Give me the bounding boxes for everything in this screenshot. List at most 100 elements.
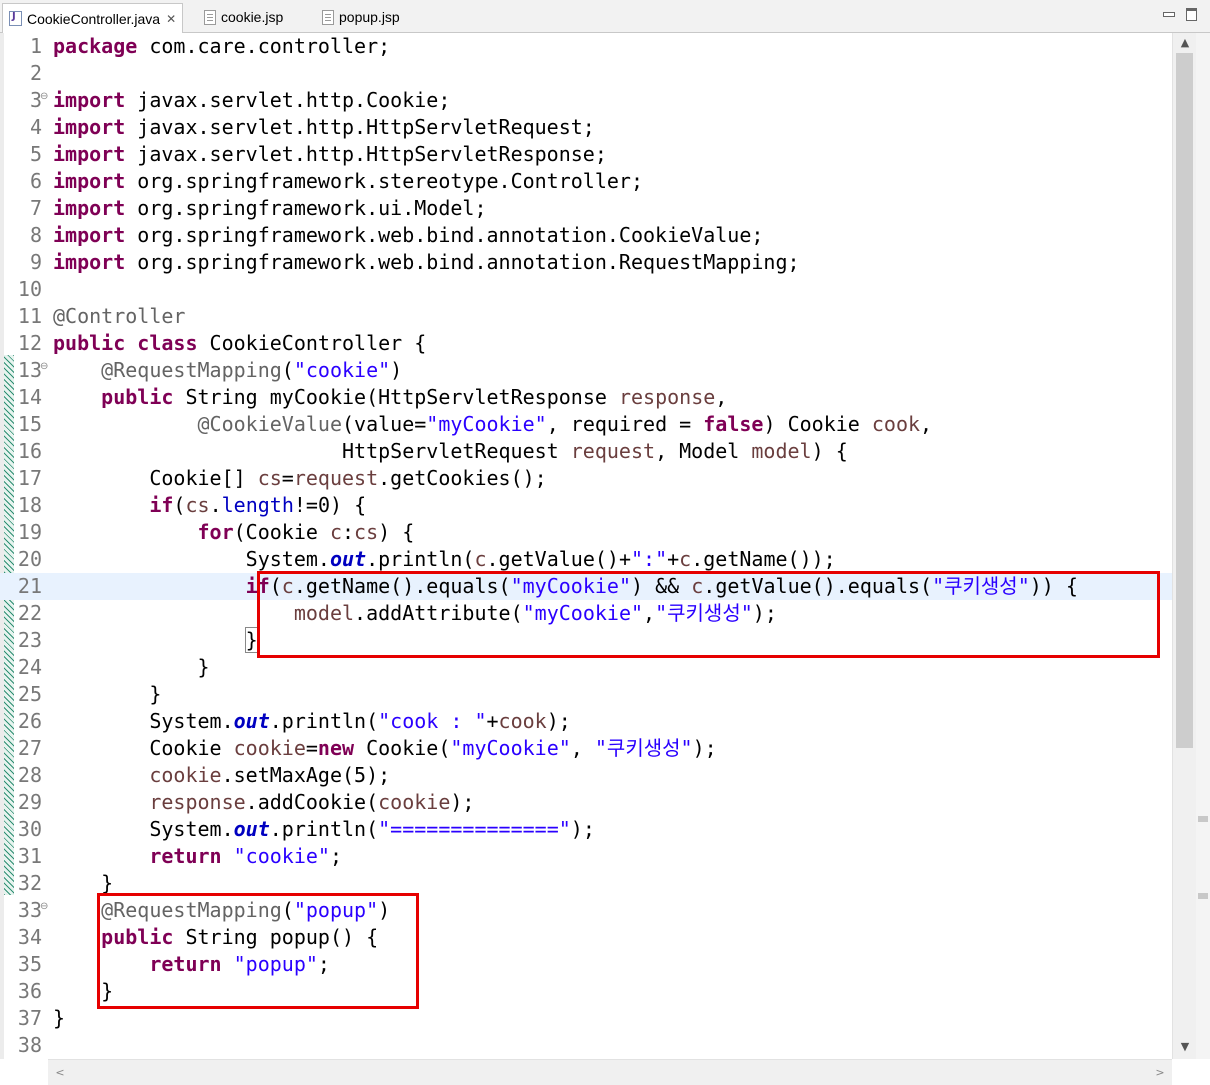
scroll-right-icon[interactable]: > bbox=[1150, 1060, 1170, 1085]
scroll-down-icon[interactable]: ▼ bbox=[1173, 1037, 1197, 1057]
line-number: 36 bbox=[17, 979, 42, 1003]
code-text: model.addAttribute("myCookie","쿠키생성"); bbox=[53, 600, 777, 627]
code-text: } bbox=[53, 681, 161, 708]
code-token: + bbox=[667, 547, 680, 571]
code-line[interactable]: 32 } bbox=[0, 870, 1172, 897]
code-line[interactable]: 29 response.addCookie(cookie); bbox=[0, 789, 1172, 816]
horizontal-scrollbar[interactable]: < > bbox=[48, 1059, 1172, 1085]
code-line[interactable]: 38 bbox=[0, 1032, 1172, 1059]
code-line[interactable]: 23 } bbox=[0, 627, 1172, 654]
line-number: 30 bbox=[17, 817, 42, 841]
code-line[interactable]: 33 ⊖ @RequestMapping("popup") bbox=[0, 897, 1172, 924]
code-token: com.care.controller; bbox=[137, 34, 391, 58]
minimize-icon[interactable] bbox=[1160, 6, 1176, 20]
fold-toggle-icon[interactable]: ⊖ bbox=[40, 361, 48, 372]
code-line[interactable]: 30 System.out.println("=============="); bbox=[0, 816, 1172, 843]
line-number: 20 bbox=[17, 547, 42, 571]
tab-popup-jsp[interactable]: popup.jsp bbox=[316, 3, 400, 31]
tab-cookie-jsp[interactable]: cookie.jsp bbox=[198, 3, 283, 31]
code-token: ); bbox=[546, 709, 571, 733]
code-token: cookie bbox=[378, 790, 451, 814]
code-text: System.out.println("cook : "+cook); bbox=[53, 708, 571, 735]
code-line[interactable]: 4 import javax.servlet.http.HttpServletRe… bbox=[0, 114, 1172, 141]
vertical-scrollbar[interactable]: ▲ ▼ bbox=[1172, 33, 1197, 1059]
fold-toggle-icon[interactable]: ⊖ bbox=[40, 91, 48, 102]
code-token: if bbox=[245, 574, 270, 598]
code-token: } bbox=[53, 871, 114, 895]
code-text: return "popup"; bbox=[53, 951, 330, 978]
scroll-left-icon[interactable]: < bbox=[50, 1060, 70, 1085]
code-line[interactable]: 25 } bbox=[0, 681, 1172, 708]
code-token: request bbox=[293, 466, 379, 490]
code-token: Cookie( bbox=[354, 736, 451, 760]
overview-ruler[interactable] bbox=[1196, 33, 1210, 1059]
line-number: 1 bbox=[29, 34, 42, 58]
code-token: } bbox=[244, 627, 259, 653]
overview-marker[interactable] bbox=[1198, 816, 1208, 822]
code-line[interactable]: 31 return "cookie"; bbox=[0, 843, 1172, 870]
code-token: Cookie bbox=[53, 736, 234, 760]
maximize-icon[interactable] bbox=[1183, 6, 1199, 21]
code-line[interactable]: 24 } bbox=[0, 654, 1172, 681]
code-line[interactable]: 10 bbox=[0, 276, 1172, 303]
code-line[interactable]: 9 import org.springframework.web.bind.ann… bbox=[0, 249, 1172, 276]
line-number: 21 bbox=[17, 574, 42, 598]
code-line[interactable]: 5 import javax.servlet.http.HttpServletRe… bbox=[0, 141, 1172, 168]
code-line[interactable]: 36 } bbox=[0, 978, 1172, 1005]
code-text: package com.care.controller; bbox=[53, 33, 390, 60]
code-text: Cookie cookie=new Cookie("myCookie", "쿠키… bbox=[53, 735, 717, 762]
code-line[interactable]: 35 return "popup"; bbox=[0, 951, 1172, 978]
code-token: @CookieValue bbox=[197, 412, 343, 436]
code-token: import bbox=[53, 223, 126, 247]
code-token: , bbox=[570, 736, 595, 760]
line-number: 18 bbox=[17, 493, 42, 517]
code-token: return bbox=[149, 844, 222, 868]
line-number: 32 bbox=[17, 871, 42, 895]
code-line[interactable]: 16 HttpServletRequest request, Model mod… bbox=[0, 438, 1172, 465]
code-line[interactable]: 1 package com.care.controller; bbox=[0, 33, 1172, 60]
tab-cookiecontroller-java[interactable]: CookieController.java ✕ bbox=[2, 3, 184, 33]
code-line[interactable]: 20 System.out.println(c.getValue()+":"+c… bbox=[0, 546, 1172, 573]
overview-marker[interactable] bbox=[1198, 893, 1208, 899]
code-line[interactable]: 17 Cookie[] cs=request.getCookies(); bbox=[0, 465, 1172, 492]
code-line[interactable]: 21 if(c.getName().equals("myCookie") && … bbox=[0, 573, 1172, 600]
scroll-up-icon[interactable]: ▲ bbox=[1173, 33, 1197, 53]
code-line[interactable]: 7 import org.springframework.ui.Model; bbox=[0, 195, 1172, 222]
code-token: System. bbox=[53, 817, 234, 841]
code-line[interactable]: 26 System.out.println("cook : "+cook); bbox=[0, 708, 1172, 735]
code-text: import org.springframework.web.bind.anno… bbox=[53, 222, 763, 249]
code-line[interactable]: 13 ⊖ @RequestMapping("cookie") bbox=[0, 357, 1172, 384]
code-token: package bbox=[53, 34, 138, 58]
code-text: HttpServletRequest request, Model model)… bbox=[53, 438, 848, 465]
code-line[interactable]: 34 public String popup() { bbox=[0, 924, 1172, 951]
vertical-scroll-thumb[interactable] bbox=[1176, 53, 1193, 748]
code-line[interactable]: 27 Cookie cookie=new Cookie("myCookie", … bbox=[0, 735, 1172, 762]
code-text: @RequestMapping("popup") bbox=[53, 897, 390, 924]
line-number: 16 bbox=[17, 439, 42, 463]
code-line[interactable]: 22 model.addAttribute("myCookie","쿠키생성")… bbox=[0, 600, 1172, 627]
code-line[interactable]: 19 for(Cookie c:cs) { bbox=[0, 519, 1172, 546]
code-line[interactable]: 8 import org.springframework.web.bind.ann… bbox=[0, 222, 1172, 249]
code-token: cookie bbox=[233, 736, 306, 760]
line-number: 19 bbox=[17, 520, 42, 544]
code-line[interactable]: 15 @CookieValue(value="myCookie", requir… bbox=[0, 411, 1172, 438]
code-token: javax.servlet.http.HttpServletResponse; bbox=[125, 142, 607, 166]
code-text: Cookie[] cs=request.getCookies(); bbox=[53, 465, 546, 492]
code-line[interactable]: 3 ⊖ import javax.servlet.http.Cookie; bbox=[0, 87, 1172, 114]
code-line[interactable]: 2 bbox=[0, 60, 1172, 87]
code-line[interactable]: 28 cookie.setMaxAge(5); bbox=[0, 762, 1172, 789]
code-line[interactable]: 18 if(cs.length!=0) { bbox=[0, 492, 1172, 519]
code-line[interactable]: 11 @Controller bbox=[0, 303, 1172, 330]
code-token: import bbox=[53, 196, 126, 220]
close-tab-icon[interactable]: ✕ bbox=[166, 12, 176, 26]
code-token: ); bbox=[692, 736, 717, 760]
code-line[interactable]: 37} bbox=[0, 1005, 1172, 1032]
code-line[interactable]: 12 public class CookieController { bbox=[0, 330, 1172, 357]
code-line[interactable]: 14 public String myCookie(HttpServletRes… bbox=[0, 384, 1172, 411]
code-line[interactable]: 6 import org.springframework.stereotype.C… bbox=[0, 168, 1172, 195]
code-editor[interactable]: 1 package com.care.controller; 2 3 ⊖ import j… bbox=[0, 33, 1172, 1059]
fold-toggle-icon[interactable]: ⊖ bbox=[40, 901, 48, 912]
